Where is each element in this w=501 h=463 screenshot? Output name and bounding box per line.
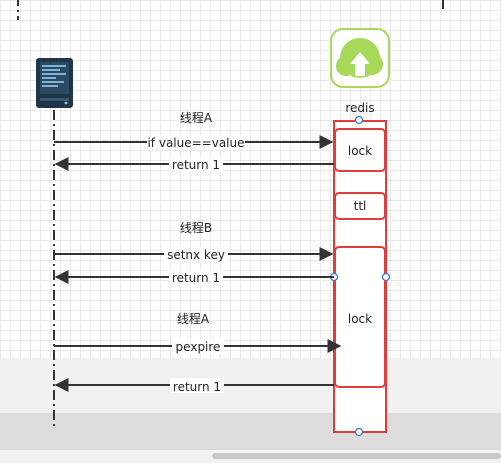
- message-label: return 1: [173, 380, 221, 394]
- message-label: if value==value: [147, 136, 244, 150]
- activation-lock-2[interactable]: lock: [334, 246, 386, 388]
- activation-ttl[interactable]: ttl: [334, 192, 386, 220]
- message-label: pexpire: [176, 340, 221, 354]
- message-title: 线程A: [177, 311, 210, 326]
- message-label: setnx key: [167, 248, 225, 262]
- message-title: 线程B: [180, 220, 212, 235]
- connection-handle-right[interactable]: [381, 272, 391, 282]
- selection-handle-top[interactable]: [354, 115, 364, 125]
- activation-lock-1[interactable]: lock: [334, 128, 386, 172]
- message-title: 线程A: [180, 110, 213, 125]
- block-label: lock: [348, 312, 372, 326]
- block-label: ttl: [354, 199, 367, 213]
- server-icon[interactable]: [36, 58, 73, 108]
- redis-label: redis: [345, 101, 374, 115]
- message-label: return 1: [172, 158, 220, 172]
- message-label: return 1: [172, 271, 220, 285]
- sequence-diagram: redis lock ttl lock 线程A if value==value …: [17, 0, 444, 437]
- selection-handle-bottom[interactable]: [354, 427, 364, 437]
- block-label: lock: [348, 144, 372, 158]
- redis-cloud-icon[interactable]: [330, 28, 390, 88]
